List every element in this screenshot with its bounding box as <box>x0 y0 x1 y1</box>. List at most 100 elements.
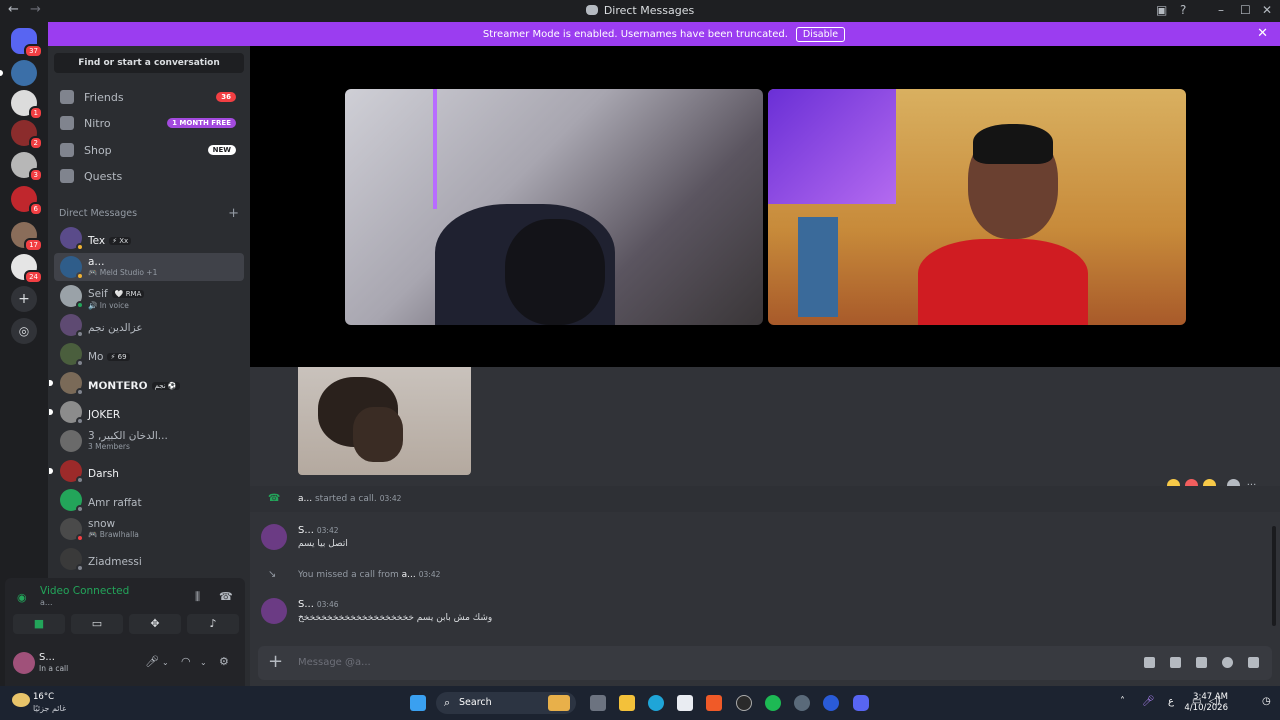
settings-icon[interactable] <box>794 695 810 711</box>
gift-icon[interactable] <box>1144 657 1155 668</box>
sticker-icon[interactable] <box>1196 657 1207 668</box>
apps-icon[interactable] <box>1248 657 1259 668</box>
voice-panel: ◉ Video Connected a... ⫼ ☎ ■ ▭ ✥ ♪ <box>5 578 245 640</box>
search-input[interactable]: Find or start a conversation <box>54 53 244 73</box>
emoji-icon[interactable] <box>1222 657 1233 668</box>
screen-share-button[interactable]: ▭ <box>71 614 123 634</box>
video-tile[interactable] <box>345 89 763 325</box>
dm-item[interactable]: Tex ⚡ Xx <box>54 224 244 252</box>
server-icon[interactable]: 17 <box>11 222 43 252</box>
app-icon[interactable] <box>736 695 752 711</box>
spotify-icon[interactable] <box>765 695 781 711</box>
nav-shop[interactable]: Shop NEW <box>54 137 244 163</box>
promo-badge: 1 MONTH FREE <box>167 118 236 128</box>
create-dm-icon[interactable]: + <box>228 206 239 221</box>
nav-label: Friends <box>84 90 124 104</box>
edge-icon[interactable] <box>648 695 664 711</box>
avatar[interactable] <box>261 598 287 624</box>
dm-item[interactable]: Darsh <box>49 457 244 485</box>
friends-icon <box>60 90 74 104</box>
temperature[interactable]: 16°C <box>33 692 54 702</box>
discord-icon[interactable] <box>853 695 869 711</box>
avatar <box>60 489 84 513</box>
start-icon[interactable] <box>410 695 426 711</box>
user-status: In a call <box>39 664 69 673</box>
video-tile[interactable] <box>768 89 1186 325</box>
server-icon[interactable]: 1 <box>11 90 43 120</box>
clock[interactable]: 3:47 AM 4/10/2026 <box>1184 692 1228 714</box>
avatar[interactable] <box>261 524 287 550</box>
inbox-icon[interactable]: ▣ <box>1156 3 1167 17</box>
nav-quests[interactable]: Quests <box>54 163 244 189</box>
avatar[interactable] <box>13 652 35 674</box>
nitro-icon <box>60 116 74 130</box>
store-icon[interactable] <box>677 695 693 711</box>
help-icon[interactable]: ? <box>1180 3 1186 17</box>
close-icon[interactable]: ✕ <box>1257 26 1268 41</box>
disconnect-icon[interactable]: ☎ <box>219 590 233 603</box>
mic-icon[interactable]: 🎤︎ <box>145 655 159 668</box>
dm-item[interactable]: Amr raffat <box>54 486 244 514</box>
call-view <box>250 46 1280 367</box>
title-bar: ← → Direct Messages ▣ ? – ☐ ✕ <box>0 0 1280 22</box>
dm-item-active[interactable]: a... 🎮 Meld Studio +1 <box>54 253 244 281</box>
gear-icon[interactable]: ⚙ <box>219 655 229 668</box>
dm-item[interactable]: Seif 🤍 RMA 🔊 In voice <box>54 282 244 310</box>
dm-item[interactable]: JOKER <box>49 398 244 426</box>
server-icon[interactable]: 3 <box>11 152 43 182</box>
gif-icon[interactable] <box>1170 657 1181 668</box>
quests-icon <box>60 169 74 183</box>
task-view-icon[interactable] <box>590 695 606 711</box>
scrollbar[interactable] <box>1272 526 1276 626</box>
discover-icon[interactable]: ◎ <box>11 318 37 344</box>
headphones-icon[interactable]: ◠ <box>181 655 191 668</box>
avatar <box>60 256 84 280</box>
windows-taskbar: 16°C غائم جزئيًا ⌕ Search ˄ 🎤︎ ع ▭ ◁) 3:… <box>0 686 1280 720</box>
input-language[interactable]: ع <box>1168 696 1174 707</box>
upload-icon[interactable]: + <box>268 651 283 672</box>
chevron-down-icon[interactable]: ⌄ <box>162 658 169 667</box>
brave-icon[interactable] <box>706 695 722 711</box>
file-explorer-icon[interactable] <box>619 695 635 711</box>
app-icon[interactable] <box>823 695 839 711</box>
message-input[interactable]: Message @a... <box>298 657 371 668</box>
nav-nitro[interactable]: Nitro 1 MONTH FREE <box>54 110 244 136</box>
add-server-icon[interactable]: + <box>11 286 37 312</box>
dm-item[interactable]: 3 ,الدخان الكبير... 3 Members <box>54 427 244 455</box>
mic-icon[interactable]: 🎤︎ <box>1142 696 1155 707</box>
dm-item[interactable]: Ziadmessi <box>54 545 244 573</box>
notification-icon[interactable]: ◷ <box>1262 696 1271 707</box>
nav-friends[interactable]: Friends 36 <box>54 84 244 110</box>
chevron-down-icon[interactable]: ⌄ <box>200 658 207 667</box>
dm-item[interactable]: Mo ⚡ 69 <box>54 340 244 368</box>
avatar <box>60 372 84 396</box>
server-icon[interactable]: 24 <box>11 254 43 284</box>
voice-status[interactable]: Video Connected <box>40 585 129 597</box>
dm-item[interactable]: 𝗠𝗢𝗡𝗧𝗘𝗥𝗢 نجم ⚽ <box>49 369 244 397</box>
maximize-button[interactable]: ☐ <box>1240 3 1251 17</box>
server-icon[interactable] <box>0 60 37 86</box>
server-icon[interactable]: 2 <box>11 120 43 150</box>
server-icon[interactable]: 6 <box>11 186 43 216</box>
voice-channel[interactable]: a... <box>40 598 53 607</box>
close-window-button[interactable]: ✕ <box>1262 3 1272 17</box>
weather-icon[interactable] <box>12 693 30 707</box>
noise-suppression-icon[interactable]: ⫼ <box>195 590 200 604</box>
window-title: Direct Messages <box>603 4 695 17</box>
nav-label: Quests <box>84 169 123 183</box>
dm-item[interactable]: snow 🎮 Brawlhalla <box>54 515 244 543</box>
message-composer[interactable]: + Message @a... <box>258 646 1272 680</box>
camera-button[interactable]: ■ <box>13 614 65 634</box>
dm-item[interactable]: عزالدين نجم <box>54 311 244 339</box>
disable-button[interactable]: Disable <box>795 26 846 42</box>
activities-button[interactable]: ✥ <box>129 614 181 634</box>
signal-icon[interactable]: ◉ <box>17 591 29 604</box>
chevron-up-icon[interactable]: ˄ <box>1120 696 1125 707</box>
taskbar-search[interactable]: ⌕ Search <box>436 692 576 714</box>
username: S... <box>39 652 55 663</box>
gif-attachment[interactable] <box>298 367 471 475</box>
minimize-button[interactable]: – <box>1218 3 1224 17</box>
soundboard-button[interactable]: ♪ <box>187 614 239 634</box>
nav-label: Nitro <box>84 116 111 130</box>
home-button[interactable]: 37 <box>11 28 43 58</box>
